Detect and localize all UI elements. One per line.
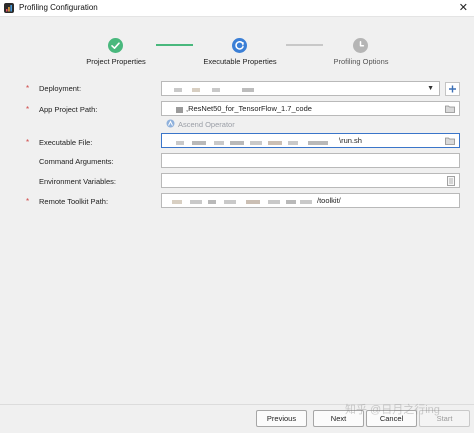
redacted-text (268, 141, 282, 145)
redacted-text (214, 141, 224, 145)
title-bar: Profiling Configuration ✕ (0, 0, 474, 17)
ascend-operator-link[interactable]: Ascend Operator (178, 120, 235, 129)
executable-file-input[interactable]: \run.sh (161, 133, 460, 148)
deployment-select[interactable]: ▼ (161, 81, 440, 96)
executable-file-label: Executable File: (39, 138, 93, 147)
environment-variables-label: Environment Variables: (39, 177, 116, 186)
redacted-text (192, 141, 206, 145)
window-title: Profiling Configuration (19, 3, 98, 12)
app-project-path-input[interactable]: ,ResNet50_for_TensorFlow_1.7_code (161, 101, 460, 116)
remote-toolkit-path-input[interactable]: /toolkit/ (161, 193, 460, 208)
connector-done (156, 44, 193, 46)
step-label-project-properties: Project Properties (86, 57, 146, 66)
redacted-text (176, 107, 183, 113)
redacted-text (190, 200, 202, 204)
redacted-text (286, 200, 296, 204)
command-arguments-input[interactable] (161, 153, 460, 168)
chevron-down-icon[interactable]: ▼ (427, 85, 434, 92)
redacted-text (192, 88, 200, 92)
step-label-profiling-options: Profiling Options (333, 57, 389, 66)
step-label-executable-properties: Executable Properties (203, 57, 277, 66)
environment-variables-input[interactable] (161, 173, 460, 188)
remote-toolkit-path-label: Remote Toolkit Path: (39, 197, 109, 206)
check-icon (108, 38, 123, 53)
redacted-text (288, 141, 298, 145)
app-icon (4, 3, 14, 13)
wizard-steps: Project Properties Executable Properties… (0, 17, 474, 74)
redacted-text (208, 200, 216, 204)
footer-divider (0, 404, 474, 405)
close-button[interactable]: ✕ (459, 1, 468, 15)
folder-icon[interactable] (445, 137, 455, 147)
required-marker: * (26, 84, 30, 93)
redacted-text (176, 141, 184, 145)
operator-icon (166, 119, 175, 130)
remote-toolkit-path-value: /toolkit/ (317, 196, 341, 205)
redacted-text (246, 200, 260, 204)
redacted-text (172, 200, 182, 204)
redacted-text (250, 141, 262, 145)
add-deployment-button[interactable] (445, 82, 460, 96)
progress-icon (232, 38, 247, 53)
start-button[interactable]: Start (419, 410, 470, 427)
executable-file-value: \run.sh (339, 136, 362, 145)
redacted-text (242, 88, 254, 92)
redacted-text (212, 88, 220, 92)
command-arguments-label: Command Arguments: (39, 157, 114, 166)
previous-button[interactable]: Previous (256, 410, 307, 427)
redacted-text (224, 200, 236, 204)
deployment-label: Deployment: (39, 84, 82, 93)
redacted-text (230, 141, 244, 145)
document-icon[interactable] (447, 176, 455, 188)
cancel-button[interactable]: Cancel (366, 410, 417, 427)
redacted-text (300, 200, 312, 204)
redacted-text (268, 200, 280, 204)
clock-icon (353, 38, 368, 53)
redacted-text (174, 88, 182, 92)
required-marker: * (26, 105, 30, 114)
required-marker: * (26, 138, 30, 147)
app-project-path-label: App Project Path: (39, 105, 98, 114)
next-button[interactable]: Next (313, 410, 364, 427)
app-project-path-value: ,ResNet50_for_TensorFlow_1.7_code (186, 104, 312, 113)
folder-icon[interactable] (445, 105, 455, 115)
connector-pending (286, 44, 323, 46)
required-marker: * (26, 197, 30, 206)
redacted-text (308, 141, 328, 145)
